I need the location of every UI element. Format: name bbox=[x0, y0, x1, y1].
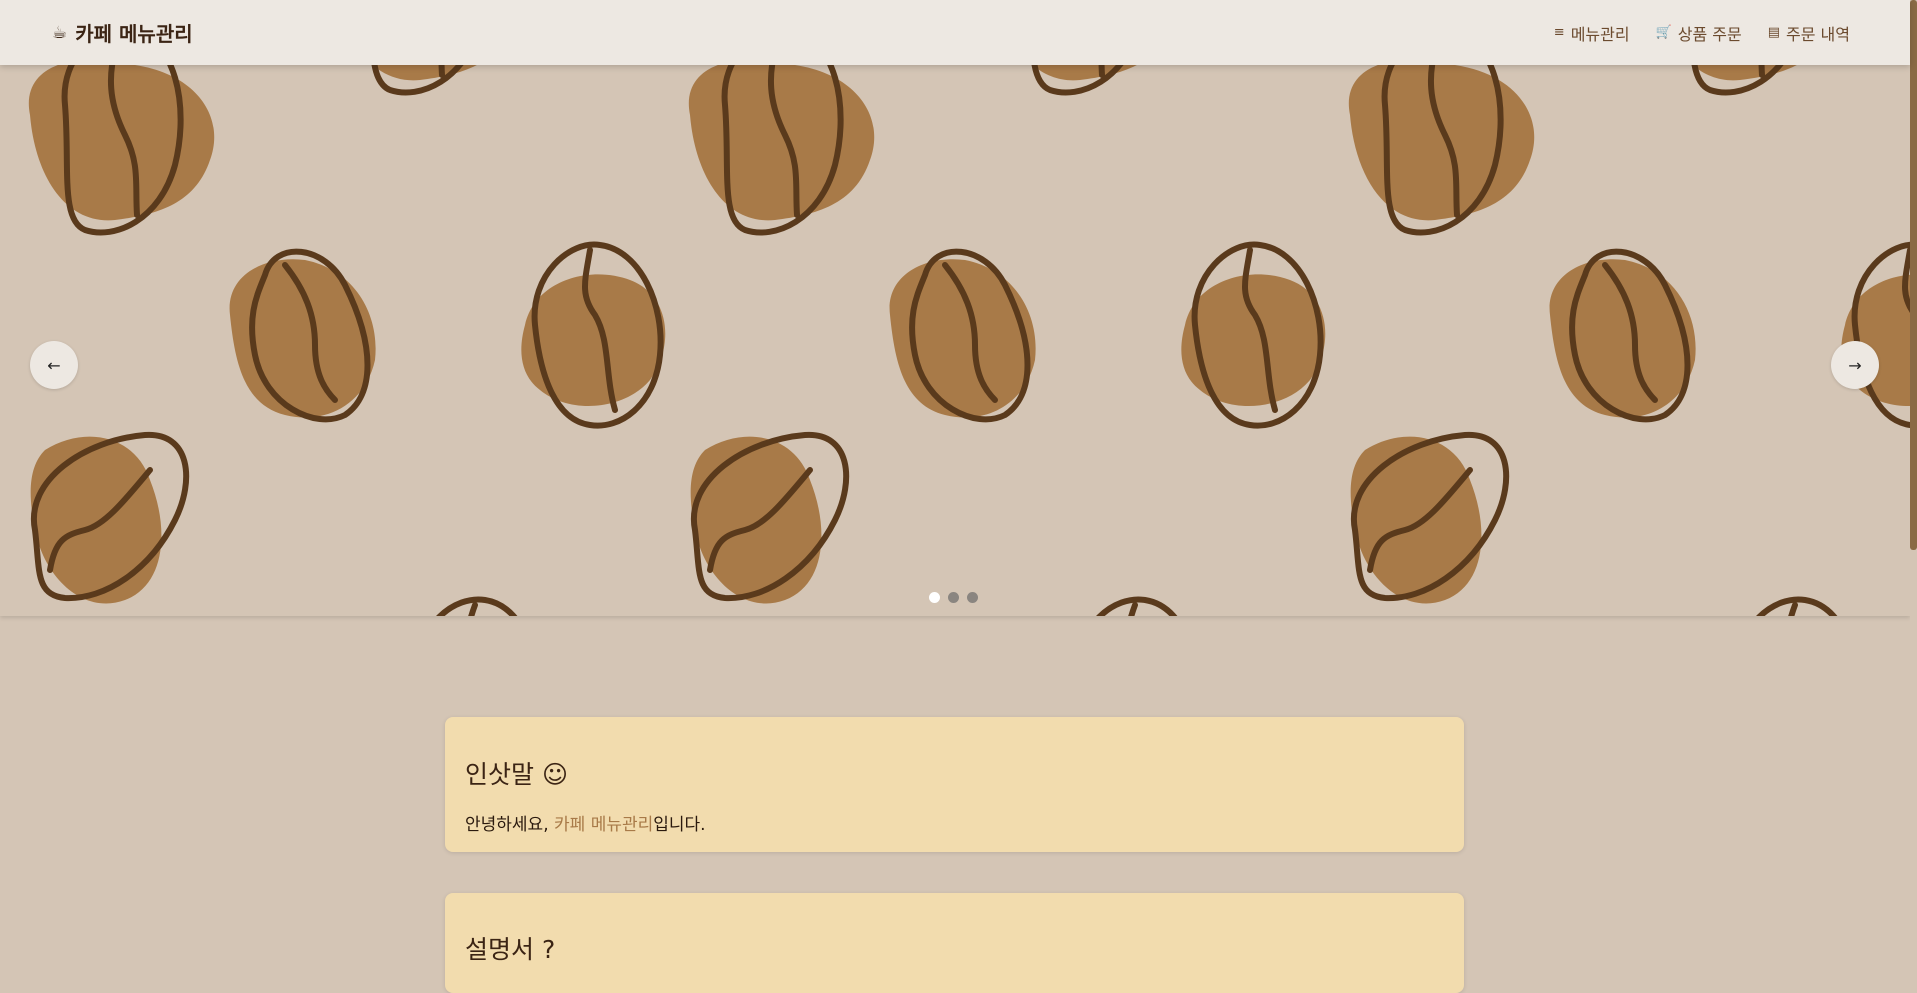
coffee-bean-pattern-image bbox=[0, 65, 1910, 616]
carousel-next-button[interactable]: → bbox=[1831, 341, 1879, 389]
greeting-card: 인삿말 ☺ 안녕하세요, 카페 메뉴관리입니다. bbox=[445, 717, 1464, 852]
greeting-title: 인삿말 ☺ bbox=[465, 760, 569, 789]
coffee-cup-icon: ☕ bbox=[52, 22, 68, 43]
cart-icon: 🛒 bbox=[1655, 25, 1672, 40]
carousel-indicator-1[interactable] bbox=[929, 592, 940, 603]
arrow-right-icon: → bbox=[1848, 355, 1862, 375]
nav-links: ≡ 메뉴관리 🛒 상품 주문 ▤ 주문 내역 bbox=[1554, 0, 1850, 65]
nav-menu-management-label: 메뉴관리 bbox=[1570, 24, 1630, 44]
brand-title: 카페 메뉴관리 bbox=[75, 22, 193, 46]
greeting-text-before: 안녕하세요, bbox=[465, 815, 555, 835]
nav-menu-management[interactable]: ≡ 메뉴관리 bbox=[1554, 21, 1630, 45]
arrow-left-icon: ← bbox=[47, 355, 61, 375]
top-navbar: ☕ 카페 메뉴관리 ≡ 메뉴관리 🛒 상품 주문 ▤ 주문 내역 bbox=[0, 0, 1910, 65]
carousel-indicators bbox=[929, 592, 978, 603]
list-icon: ≡ bbox=[1553, 25, 1565, 40]
carousel-indicator-2[interactable] bbox=[948, 592, 959, 603]
nav-order-history-label: 주문 내역 bbox=[1786, 24, 1850, 44]
greeting-highlight: 카페 메뉴관리 bbox=[554, 815, 654, 835]
receipt-icon: ▤ bbox=[1767, 25, 1781, 40]
carousel-prev-button[interactable]: ← bbox=[30, 341, 78, 389]
greeting-text-after: 입니다. bbox=[653, 815, 706, 835]
nav-order-history[interactable]: ▤ 주문 내역 bbox=[1768, 21, 1850, 45]
manual-title: 설명서 ? bbox=[465, 935, 556, 964]
carousel-indicator-3[interactable] bbox=[967, 592, 978, 603]
nav-product-order-label: 상품 주문 bbox=[1677, 24, 1742, 44]
scrollbar-thumb[interactable] bbox=[1910, 0, 1917, 550]
brand-link[interactable]: ☕ 카페 메뉴관리 bbox=[52, 0, 193, 65]
nav-product-order[interactable]: 🛒 상품 주문 bbox=[1656, 21, 1742, 45]
manual-card: 설명서 ? bbox=[445, 893, 1464, 993]
hero-carousel: ← → bbox=[0, 65, 1910, 616]
greeting-text: 안녕하세요, 카페 메뉴관리입니다. bbox=[465, 810, 706, 835]
